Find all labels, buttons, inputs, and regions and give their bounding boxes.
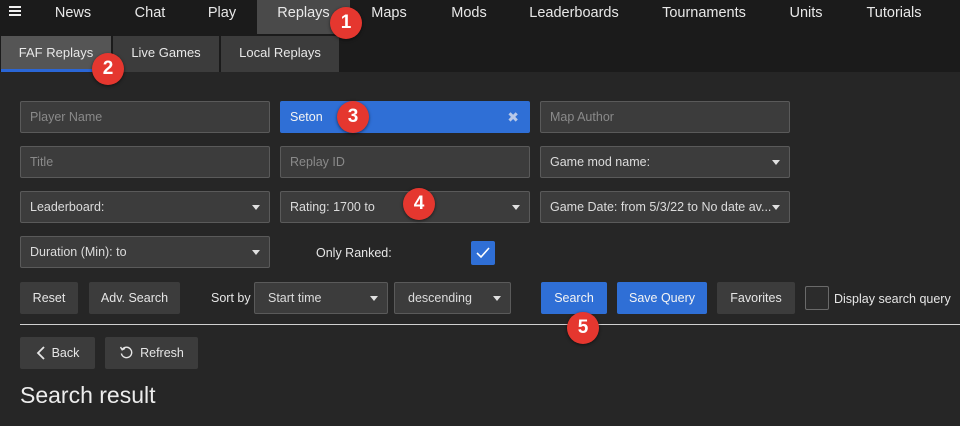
divider — [20, 324, 960, 325]
chevron-down-icon — [772, 205, 780, 210]
callout-badge-2: 2 — [92, 53, 124, 85]
menu-icon[interactable] — [9, 6, 21, 18]
refresh-icon — [120, 346, 133, 359]
tab-units[interactable]: Units — [776, 0, 836, 34]
tab-maps[interactable]: Maps — [358, 0, 420, 34]
game-mod-value: Game mod name: — [550, 155, 651, 169]
tab-play[interactable]: Play — [190, 0, 254, 34]
checkmark-icon — [476, 247, 490, 259]
main-nav: News Chat Play Replays Maps Mods Leaderb… — [0, 0, 960, 34]
player-name-filled-input[interactable]: Seton ✖ — [280, 101, 530, 133]
refresh-button[interactable]: Refresh — [105, 337, 198, 369]
sort-order-select[interactable]: descending — [394, 282, 511, 314]
chevron-down-icon — [252, 205, 260, 210]
display-query-checkbox[interactable] — [805, 286, 829, 310]
map-author-input[interactable] — [540, 101, 790, 133]
back-label: Back — [51, 346, 80, 360]
player-name-value: Seton — [290, 110, 323, 124]
sort-by-label: Sort by — [211, 291, 251, 305]
sort-field-value: Start time — [268, 291, 322, 305]
callout-badge-1: 1 — [330, 7, 362, 39]
reset-button[interactable]: Reset — [20, 282, 78, 314]
chevron-down-icon — [493, 296, 501, 301]
duration-select[interactable]: Duration (Min): to — [20, 236, 270, 268]
duration-value: Duration (Min): to — [30, 245, 127, 259]
tab-tournaments[interactable]: Tournaments — [648, 0, 760, 34]
replay-id-input[interactable] — [280, 146, 530, 178]
sort-field-select[interactable]: Start time — [254, 282, 388, 314]
adv-search-button[interactable]: Adv. Search — [89, 282, 180, 314]
tab-mods[interactable]: Mods — [436, 0, 502, 34]
only-ranked-label: Only Ranked: — [316, 246, 392, 260]
chevron-down-icon — [252, 250, 260, 255]
tab-news[interactable]: News — [40, 0, 106, 34]
back-button[interactable]: Back — [20, 337, 95, 369]
display-query-label: Display search query — [834, 292, 951, 306]
player-name-input[interactable] — [20, 101, 270, 133]
callout-badge-5: 5 — [567, 312, 599, 344]
game-date-select[interactable]: Game Date: from 5/3/22 to No date av... — [540, 191, 790, 223]
chevron-down-icon — [772, 160, 780, 165]
chevron-down-icon — [512, 205, 520, 210]
refresh-label: Refresh — [140, 346, 184, 360]
only-ranked-checkbox[interactable] — [471, 241, 495, 265]
callout-badge-3: 3 — [337, 101, 369, 133]
search-button[interactable]: Search — [541, 282, 607, 314]
tab-tutorials[interactable]: Tutorials — [854, 0, 934, 34]
subtab-live-games[interactable]: Live Games — [113, 36, 219, 72]
title-input[interactable] — [20, 146, 270, 178]
leaderboard-value: Leaderboard: — [30, 200, 105, 214]
game-date-value: Game Date: from 5/3/22 to No date av... — [550, 200, 772, 214]
subtab-local-replays[interactable]: Local Replays — [221, 36, 339, 72]
save-query-button[interactable]: Save Query — [617, 282, 707, 314]
chevron-left-icon — [36, 346, 45, 360]
callout-badge-4: 4 — [403, 188, 435, 220]
chevron-down-icon — [370, 296, 378, 301]
search-result-heading: Search result — [20, 382, 156, 408]
tab-chat[interactable]: Chat — [118, 0, 182, 34]
replay-subnav: FAF Replays Live Games Local Replays — [0, 34, 960, 72]
favorites-button[interactable]: Favorites — [717, 282, 795, 314]
tab-leaderboards[interactable]: Leaderboards — [518, 0, 630, 34]
clear-icon[interactable]: ✖ — [507, 102, 519, 132]
game-mod-select[interactable]: Game mod name: — [540, 146, 790, 178]
leaderboard-select[interactable]: Leaderboard: — [20, 191, 270, 223]
